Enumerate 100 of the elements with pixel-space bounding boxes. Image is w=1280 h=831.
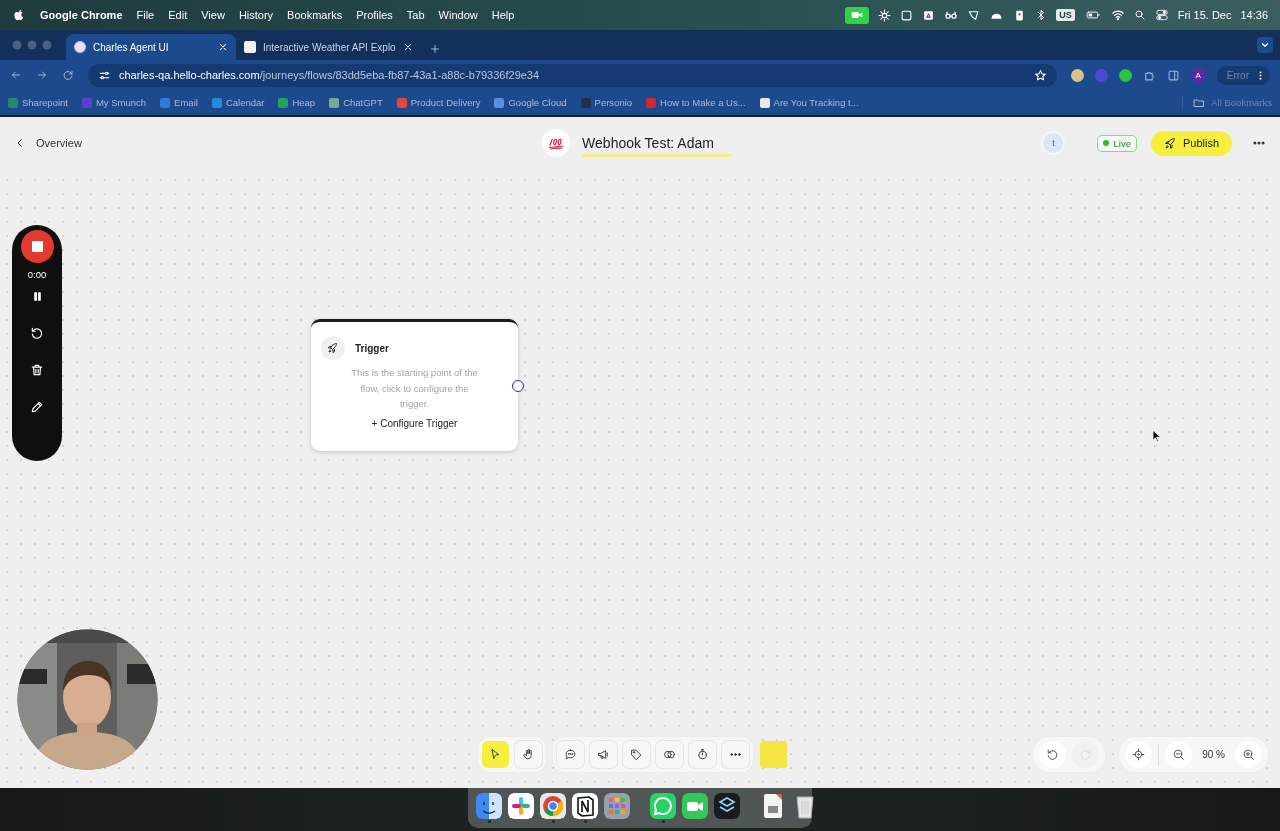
bookmark[interactable]: ChatGPT bbox=[329, 97, 383, 108]
tab-title: Interactive Weather API Explo bbox=[263, 41, 396, 53]
grid-app-icon[interactable] bbox=[604, 793, 630, 819]
bookmark[interactable]: Are You Tracking t... bbox=[759, 97, 859, 108]
menu-item[interactable]: Window bbox=[431, 9, 485, 21]
square-icon[interactable] bbox=[900, 8, 914, 22]
node-title: Trigger bbox=[355, 342, 389, 354]
page-favicon-icon bbox=[244, 41, 256, 53]
chevron-down-icon bbox=[1260, 40, 1270, 50]
pointer-icon bbox=[489, 748, 502, 761]
video-camera-app-icon[interactable] bbox=[682, 793, 708, 819]
publish-button[interactable]: Publish bbox=[1150, 130, 1232, 156]
menu-item[interactable]: Edit bbox=[161, 9, 195, 21]
hand-icon bbox=[522, 748, 535, 761]
pencil-icon[interactable] bbox=[30, 400, 44, 414]
stop-icon bbox=[31, 241, 43, 252]
close-icon[interactable] bbox=[402, 42, 413, 52]
browser-tab[interactable]: Interactive Weather API Explo bbox=[236, 34, 421, 60]
bookmark[interactable]: Google Cloud bbox=[494, 97, 567, 108]
flow-emoji-icon[interactable] bbox=[542, 129, 571, 157]
video-camera-icon[interactable] bbox=[845, 6, 870, 24]
menubar-date: Fri 15. Dec bbox=[1177, 9, 1232, 21]
circle-app-icon[interactable] bbox=[540, 793, 566, 819]
zoom-level: 90 % bbox=[1201, 749, 1226, 760]
extension-icon[interactable] bbox=[1070, 68, 1084, 82]
forward-arrow-icon[interactable] bbox=[36, 69, 48, 81]
wifi-icon[interactable] bbox=[1110, 8, 1125, 22]
bookmark[interactable]: How to Make a Us... bbox=[646, 97, 746, 108]
bookmark[interactable]: Sharepoint bbox=[8, 97, 68, 108]
recording-timer: 0:00 bbox=[27, 269, 47, 280]
hand-tool-button[interactable] bbox=[515, 741, 542, 768]
undo-button[interactable] bbox=[1039, 741, 1067, 768]
zoom-in-button[interactable] bbox=[1235, 741, 1262, 768]
mouse-cursor-icon bbox=[1150, 429, 1162, 443]
bookmark-star-icon[interactable] bbox=[1033, 68, 1047, 82]
back-arrow-icon[interactable] bbox=[10, 69, 22, 81]
menu-item[interactable]: Bookmarks bbox=[280, 9, 350, 21]
bookmark[interactable]: My Smunch bbox=[81, 97, 147, 108]
tab-search-button[interactable] bbox=[1257, 37, 1273, 53]
folder-icon bbox=[1193, 96, 1206, 109]
close-icon[interactable] bbox=[218, 42, 228, 52]
zoom-out-icon bbox=[1172, 748, 1186, 761]
megaphone-icon bbox=[597, 748, 610, 761]
apple-icon bbox=[12, 8, 26, 22]
speech-bubble-icon bbox=[564, 748, 577, 761]
menu-item[interactable]: View bbox=[194, 9, 232, 21]
keyboard-layout[interactable]: US bbox=[1056, 9, 1075, 21]
chat-bubble-app-icon[interactable] bbox=[650, 793, 676, 819]
speech-bubble-tool-button[interactable] bbox=[557, 741, 584, 768]
rocket-icon bbox=[327, 342, 339, 354]
bookmark[interactable]: Personio bbox=[580, 97, 633, 108]
control-center-icon[interactable] bbox=[1154, 8, 1169, 22]
profile-avatar[interactable]: A bbox=[1190, 67, 1206, 83]
bookmark[interactable]: Heap bbox=[278, 97, 316, 108]
app-menu[interactable]: Google Chrome bbox=[26, 9, 130, 21]
search-icon[interactable] bbox=[1133, 9, 1146, 21]
node-description: This is the starting point of the flow, click to configure the trigger. bbox=[350, 366, 479, 411]
face-app-icon[interactable] bbox=[476, 793, 502, 819]
user-avatar[interactable]: t bbox=[1041, 131, 1066, 155]
rocket-icon bbox=[1163, 136, 1177, 150]
menu-item[interactable]: File bbox=[129, 9, 162, 21]
extension-icon[interactable] bbox=[1118, 68, 1132, 82]
megaphone-tool-button[interactable] bbox=[590, 741, 617, 768]
back-link[interactable]: Overview bbox=[14, 137, 82, 149]
overlapping-circles-icon bbox=[663, 748, 676, 761]
pointer-tool-button[interactable] bbox=[482, 741, 509, 768]
address-bar[interactable]: charles-qa.hello-charles.com/journeys/flows/83dd5eba-fb87-43a1-a88c-b79336f29e34 bbox=[88, 63, 1057, 87]
menu-item[interactable]: Help bbox=[484, 9, 522, 21]
stopwatch-tool-button[interactable] bbox=[689, 741, 716, 768]
overlapping-circles-tool-button[interactable] bbox=[656, 741, 683, 768]
tab-title: Charles Agent UI bbox=[93, 41, 170, 53]
bookmark[interactable]: Email bbox=[160, 97, 198, 108]
stop-recording-button[interactable] bbox=[20, 230, 54, 263]
zoom-out-button[interactable] bbox=[1165, 741, 1193, 768]
recenter-button[interactable] bbox=[1125, 741, 1153, 768]
bookmark[interactable]: Product Delivery bbox=[396, 97, 481, 108]
configure-trigger-button[interactable]: + Configure Trigger bbox=[367, 415, 462, 431]
layers-app-icon[interactable] bbox=[714, 793, 740, 819]
bookmark[interactable]: Calendar bbox=[211, 97, 265, 108]
menu-item[interactable]: Tab bbox=[399, 9, 432, 21]
reload-icon[interactable] bbox=[62, 69, 74, 81]
trash-icon[interactable] bbox=[30, 363, 44, 377]
menubar-time: 14:36 bbox=[1240, 9, 1268, 21]
tag-tool-button[interactable] bbox=[623, 741, 650, 768]
stopwatch-icon bbox=[696, 748, 709, 761]
globe-favicon-icon bbox=[74, 41, 86, 53]
crosshair-icon bbox=[1132, 748, 1146, 761]
menu-item[interactable]: History bbox=[231, 9, 281, 21]
url-text: charles-qa.hello-charles.com/journeys/flows/83dd5eba-fb87-43a1-a88c-b79336f29e34 bbox=[119, 69, 541, 81]
restart-icon[interactable] bbox=[30, 326, 44, 340]
side-panel-icon[interactable] bbox=[1166, 68, 1180, 82]
pinwheel-app-icon[interactable] bbox=[508, 793, 534, 819]
new-tab-icon[interactable] bbox=[428, 43, 441, 55]
browser-tab[interactable]: Charles Agent UI bbox=[66, 34, 236, 60]
flow-title[interactable]: Webhook Test: Adam bbox=[582, 134, 732, 157]
zoom-in-icon bbox=[1242, 748, 1255, 761]
trigger-node[interactable]: Trigger This is the starting point of the flow, click to configure the trigger. + Configure Trigger bbox=[311, 319, 518, 451]
gear-icon[interactable] bbox=[878, 8, 892, 22]
tag-icon bbox=[630, 748, 643, 761]
menu-item[interactable]: Profiles bbox=[349, 9, 400, 21]
